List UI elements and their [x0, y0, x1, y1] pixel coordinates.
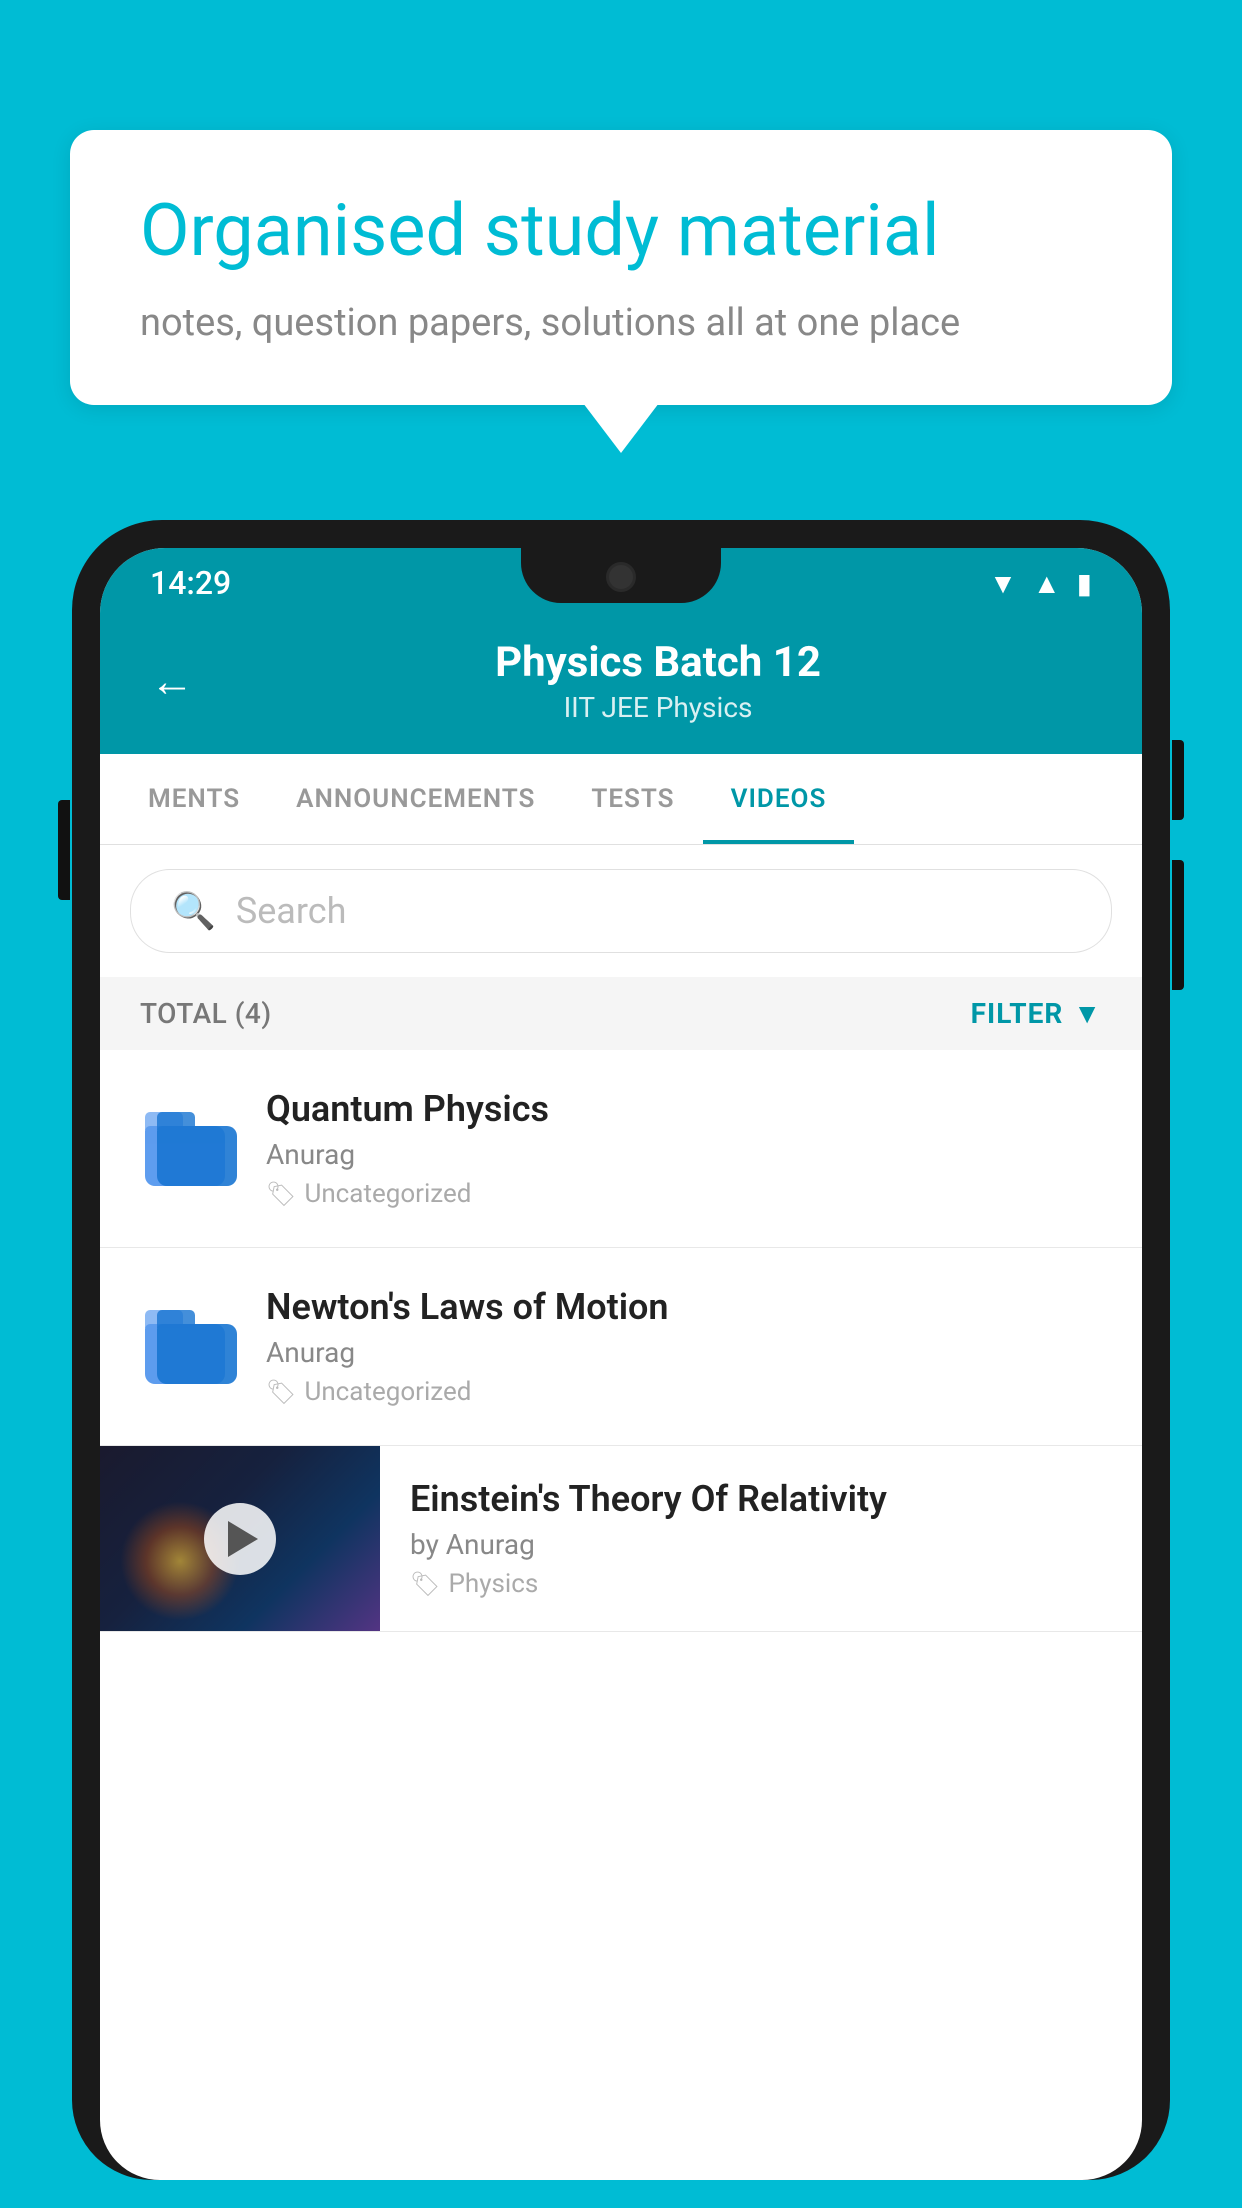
- video-thumbnail: [100, 1446, 380, 1631]
- search-icon: 🔍: [171, 890, 216, 932]
- video-tag: 🏷 Physics: [410, 1569, 1112, 1599]
- status-icons: ▼ ▲ ▮: [989, 567, 1092, 600]
- list-item[interactable]: Einstein's Theory Of Relativity by Anura…: [100, 1446, 1142, 1632]
- header-title: Physics Batch 12: [224, 638, 1092, 687]
- tabs-bar: MENTS ANNOUNCEMENTS TESTS VIDEOS: [100, 754, 1142, 845]
- play-button[interactable]: [204, 1503, 276, 1575]
- video-author: by Anurag: [410, 1528, 1112, 1561]
- filter-button[interactable]: FILTER ▼: [971, 997, 1102, 1030]
- tag-icon: 🏷: [410, 1570, 440, 1598]
- video-list: Quantum Physics Anurag 🏷 Uncategorized: [100, 1050, 1142, 1632]
- header-subtitle: IIT JEE Physics: [224, 691, 1092, 724]
- video-info: Quantum Physics Anurag 🏷 Uncategorized: [266, 1088, 1102, 1209]
- phone-notch: [521, 548, 721, 603]
- volume-button: [58, 800, 70, 900]
- signal-icon: ▲: [1033, 567, 1061, 600]
- tag-icon: 🏷: [266, 1180, 296, 1208]
- filter-bar: TOTAL (4) FILTER ▼: [100, 977, 1142, 1050]
- phone-outer: 14:29 ▼ ▲ ▮ ← Physics Batch 12 IIT JEE P…: [72, 520, 1170, 2180]
- phone-screen: 14:29 ▼ ▲ ▮ ← Physics Batch 12 IIT JEE P…: [100, 548, 1142, 2180]
- battery-icon: ▮: [1077, 567, 1092, 600]
- video-author: Anurag: [266, 1138, 1102, 1171]
- tab-ments[interactable]: MENTS: [120, 754, 268, 844]
- header-info: Physics Batch 12 IIT JEE Physics: [224, 638, 1092, 724]
- folder-icon: [140, 1099, 230, 1199]
- tab-videos[interactable]: VIDEOS: [703, 754, 855, 844]
- status-time: 14:29: [150, 564, 231, 602]
- total-count: TOTAL (4): [140, 997, 272, 1030]
- front-camera: [606, 562, 636, 592]
- wifi-icon: ▼: [989, 567, 1017, 600]
- volume-down-button: [1172, 860, 1184, 990]
- play-triangle-icon: [228, 1521, 258, 1557]
- tab-announcements[interactable]: ANNOUNCEMENTS: [268, 754, 563, 844]
- video-info: Einstein's Theory Of Relativity by Anura…: [380, 1448, 1142, 1629]
- video-title: Einstein's Theory Of Relativity: [410, 1478, 1112, 1520]
- tab-tests[interactable]: TESTS: [563, 754, 702, 844]
- back-button[interactable]: ←: [150, 655, 194, 707]
- search-bar[interactable]: 🔍 Search: [130, 869, 1112, 953]
- speech-bubble-title: Organised study material: [140, 190, 1102, 273]
- power-button: [1172, 740, 1184, 820]
- search-placeholder: Search: [236, 890, 347, 932]
- speech-bubble-card: Organised study material notes, question…: [70, 130, 1172, 405]
- video-info: Newton's Laws of Motion Anurag 🏷 Uncateg…: [266, 1286, 1102, 1407]
- video-author: Anurag: [266, 1336, 1102, 1369]
- list-item[interactable]: Quantum Physics Anurag 🏷 Uncategorized: [100, 1050, 1142, 1248]
- tag-icon: 🏷: [266, 1378, 296, 1406]
- app-header: ← Physics Batch 12 IIT JEE Physics: [100, 618, 1142, 754]
- phone-mockup: 14:29 ▼ ▲ ▮ ← Physics Batch 12 IIT JEE P…: [72, 520, 1170, 2208]
- search-container: 🔍 Search: [100, 845, 1142, 977]
- folder-icon: [140, 1297, 230, 1397]
- video-title: Newton's Laws of Motion: [266, 1286, 1102, 1328]
- video-tag: 🏷 Uncategorized: [266, 1179, 1102, 1209]
- filter-funnel-icon: ▼: [1073, 997, 1102, 1030]
- video-title: Quantum Physics: [266, 1088, 1102, 1130]
- video-tag: 🏷 Uncategorized: [266, 1377, 1102, 1407]
- speech-bubble-subtitle: notes, question papers, solutions all at…: [140, 301, 1102, 345]
- list-item[interactable]: Newton's Laws of Motion Anurag 🏷 Uncateg…: [100, 1248, 1142, 1446]
